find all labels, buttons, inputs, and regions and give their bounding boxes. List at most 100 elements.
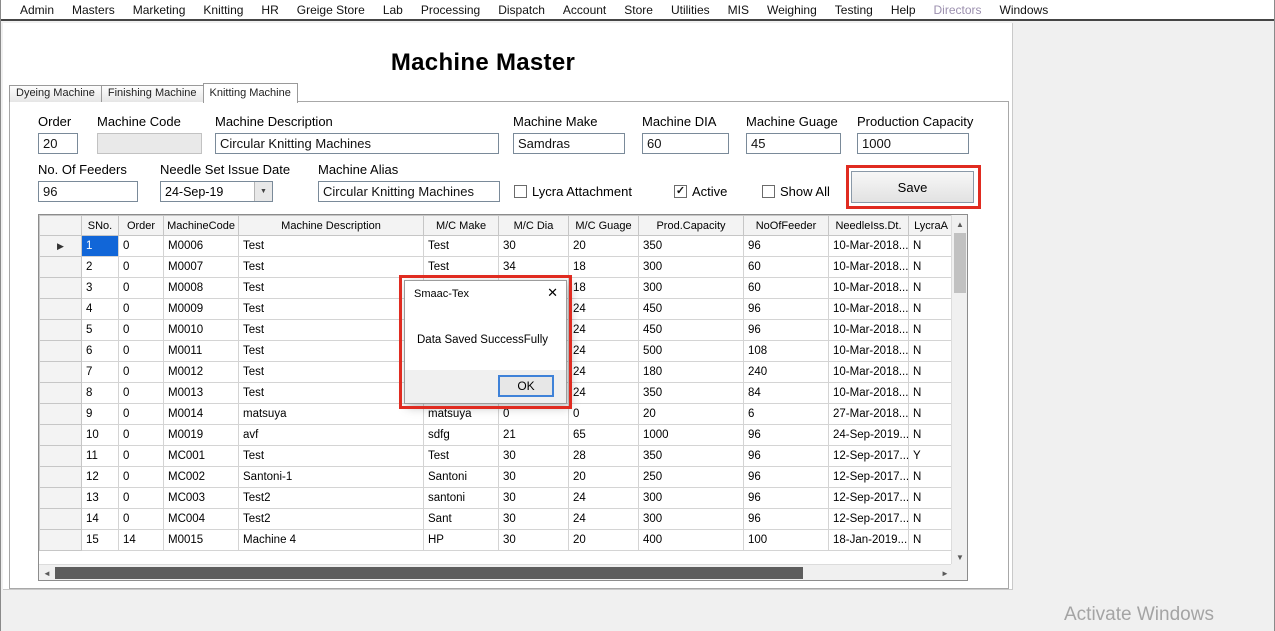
grid-cell[interactable]: 0 — [118, 298, 164, 320]
grid-cell[interactable]: 18 — [568, 256, 639, 278]
menu-item-help[interactable]: Help — [882, 1, 925, 19]
column-header-m-c-dia[interactable]: M/C Dia — [498, 215, 569, 236]
grid-cell[interactable]: 10-Mar-2018... — [828, 340, 909, 362]
grid-cell[interactable]: 12-Sep-2017... — [828, 508, 909, 530]
column-header-m-c-guage[interactable]: M/C Guage — [568, 215, 639, 236]
grid-cell[interactable]: Test — [423, 235, 499, 257]
grid-cell[interactable]: N — [908, 508, 954, 530]
grid-cell[interactable]: Test2 — [238, 487, 424, 509]
grid-cell[interactable]: 24 — [568, 487, 639, 509]
grid-cell[interactable]: M0007 — [163, 256, 239, 278]
grid-cell[interactable]: 2 — [81, 256, 119, 278]
column-header-machinecode[interactable]: MachineCode — [163, 215, 239, 236]
horizontal-scrollbar[interactable]: ◄ ► — [39, 564, 953, 580]
grid-cell[interactable]: Test — [238, 319, 424, 341]
grid-cell[interactable]: M0009 — [163, 298, 239, 320]
close-icon[interactable]: ✕ — [547, 285, 558, 301]
order-input[interactable] — [38, 133, 78, 154]
grid-cell[interactable]: 96 — [743, 445, 829, 467]
grid-cell[interactable]: 84 — [743, 382, 829, 404]
grid-cell[interactable]: 96 — [743, 508, 829, 530]
grid-cell[interactable]: 96 — [743, 235, 829, 257]
grid-cell[interactable]: 10-Mar-2018... — [828, 235, 909, 257]
machine-alias-input[interactable] — [318, 181, 500, 202]
machine-make-input[interactable] — [513, 133, 625, 154]
grid-cell[interactable]: 8 — [81, 382, 119, 404]
grid-cell[interactable]: N — [908, 403, 954, 425]
menu-item-knitting[interactable]: Knitting — [194, 1, 252, 19]
grid-cell[interactable]: 20 — [568, 466, 639, 488]
grid-cell[interactable]: MC003 — [163, 487, 239, 509]
grid-cell[interactable]: 13 — [81, 487, 119, 509]
grid-cell[interactable]: N — [908, 277, 954, 299]
grid-cell[interactable]: 14 — [81, 508, 119, 530]
menu-item-account[interactable]: Account — [554, 1, 615, 19]
menu-item-directors[interactable]: Directors — [925, 1, 991, 19]
grid-cell[interactable]: 24 — [568, 508, 639, 530]
menu-item-admin[interactable]: Admin — [11, 1, 63, 19]
grid-cell[interactable]: Test — [238, 445, 424, 467]
grid-cell[interactable]: 0 — [118, 256, 164, 278]
grid-cell[interactable]: 108 — [743, 340, 829, 362]
grid-cell[interactable]: Test — [238, 361, 424, 383]
grid-cell[interactable]: 60 — [743, 277, 829, 299]
menu-item-testing[interactable]: Testing — [826, 1, 882, 19]
row-header-cell[interactable] — [39, 424, 82, 446]
grid-cell[interactable]: 350 — [638, 382, 744, 404]
grid-cell[interactable]: Sant — [423, 508, 499, 530]
grid-cell[interactable]: 6 — [743, 403, 829, 425]
grid-cell[interactable]: 24 — [568, 319, 639, 341]
row-header-cell[interactable] — [39, 277, 82, 299]
grid-cell[interactable]: N — [908, 361, 954, 383]
grid-cell[interactable]: 0 — [118, 277, 164, 299]
grid-cell[interactable]: 0 — [498, 403, 569, 425]
grid-cell[interactable]: 300 — [638, 487, 744, 509]
grid-cell[interactable]: 18-Jan-2019... — [828, 529, 909, 551]
grid-cell[interactable]: 96 — [743, 424, 829, 446]
grid-cell[interactable]: 96 — [743, 298, 829, 320]
grid-cell[interactable]: 11 — [81, 445, 119, 467]
row-header-cell[interactable] — [39, 298, 82, 320]
grid-cell[interactable]: 24-Sep-2019... — [828, 424, 909, 446]
grid-cell[interactable]: 12-Sep-2017... — [828, 445, 909, 467]
grid-cell[interactable]: santoni — [423, 487, 499, 509]
grid-cell[interactable]: 18 — [568, 277, 639, 299]
menu-item-weighing[interactable]: Weighing — [758, 1, 826, 19]
column-header-needleiss-dt[interactable]: NeedleIss.Dt. — [828, 215, 909, 236]
ok-button[interactable]: OK — [498, 375, 554, 397]
column-header-machine-description[interactable]: Machine Description — [238, 215, 424, 236]
scroll-up-icon[interactable]: ▲ — [952, 216, 968, 232]
grid-cell[interactable]: 3 — [81, 277, 119, 299]
grid-cell[interactable]: 4 — [81, 298, 119, 320]
grid-cell[interactable]: 30 — [498, 487, 569, 509]
menu-item-mis[interactable]: MIS — [719, 1, 758, 19]
grid-cell[interactable]: 12-Sep-2017... — [828, 487, 909, 509]
grid-cell[interactable]: 60 — [743, 256, 829, 278]
row-marker-icon[interactable]: ▶ — [39, 235, 82, 257]
grid-cell[interactable]: Test — [238, 340, 424, 362]
needle-set-issue-date-combobox[interactable]: 24-Sep-19 ▼ — [160, 181, 273, 202]
row-header-cell[interactable] — [39, 256, 82, 278]
grid-cell[interactable]: 10-Mar-2018... — [828, 382, 909, 404]
grid-cell[interactable]: 20 — [568, 529, 639, 551]
grid-cell[interactable]: 24 — [568, 382, 639, 404]
grid-cell[interactable]: M0012 — [163, 361, 239, 383]
row-header-cell[interactable] — [39, 529, 82, 551]
row-header-cell[interactable] — [39, 403, 82, 425]
grid-cell[interactable]: M0010 — [163, 319, 239, 341]
grid-cell[interactable]: 1 — [81, 235, 119, 257]
lycra-attachment-checkbox[interactable]: ✓ Lycra Attachment — [514, 184, 632, 199]
grid-cell[interactable]: 27-Mar-2018... — [828, 403, 909, 425]
grid-cell[interactable]: 1000 — [638, 424, 744, 446]
grid-cell[interactable]: 65 — [568, 424, 639, 446]
tab-knitting-machine[interactable]: Knitting Machine — [202, 83, 298, 103]
grid-cell[interactable]: 400 — [638, 529, 744, 551]
grid-cell[interactable]: M0006 — [163, 235, 239, 257]
column-header-prod-capacity[interactable]: Prod.Capacity — [638, 215, 744, 236]
grid-cell[interactable]: Test — [238, 382, 424, 404]
grid-cell[interactable]: 0 — [118, 340, 164, 362]
grid-cell[interactable]: N — [908, 319, 954, 341]
grid-cell[interactable]: 0 — [118, 487, 164, 509]
grid-cell[interactable]: M0015 — [163, 529, 239, 551]
menu-item-lab[interactable]: Lab — [374, 1, 412, 19]
